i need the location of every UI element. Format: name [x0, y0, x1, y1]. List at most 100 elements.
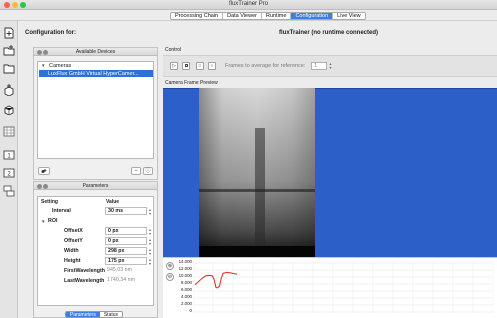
model-icon[interactable] — [3, 103, 15, 115]
zoom-in-button[interactable]: ⊕ — [166, 262, 174, 270]
record-dark-reference-button[interactable]: ≡ — [208, 62, 216, 70]
sample-two-icon[interactable]: 2 — [3, 167, 15, 179]
value-column-header: Value — [106, 199, 120, 205]
offsety-field[interactable]: 0 px — [105, 237, 147, 245]
table-row: OffsetX 0 px ▴ ▾ — [38, 227, 153, 236]
zoom-in-icon: ⊕ — [167, 263, 173, 269]
minus-icon: − — [134, 168, 138, 174]
param-name: Width — [64, 248, 79, 254]
y-axis: 14.000 12.000 10.000 8.000 6.000 4.000 2.000 0 — [175, 259, 192, 316]
setting-column-header: Setting — [41, 199, 58, 205]
zoom-out-button[interactable]: ⊖ — [166, 273, 174, 281]
y-tick-label: 0 — [189, 308, 192, 313]
param-name: Interval — [52, 208, 71, 214]
series-line-0 — [194, 271, 238, 289]
new-model-icon[interactable] — [3, 84, 15, 96]
camera-preview-label: Camera Frame Preview — [165, 80, 218, 86]
open-folder-icon[interactable] — [3, 62, 15, 74]
app-window: fluxTrainer Pro Processing Chain Data Vi… — [0, 0, 497, 318]
width-field[interactable]: 298 px — [105, 247, 147, 255]
table-row: Interval 30 ms ▴ ▾ — [38, 207, 153, 216]
panel-close-icon[interactable] — [37, 49, 42, 55]
tree-group-cameras[interactable]: ▼ Cameras — [41, 63, 71, 69]
info-icon: ⓘ — [145, 168, 151, 174]
offsetx-field[interactable]: 0 px — [105, 227, 147, 235]
y-tick-label: 4.000 — [181, 294, 192, 299]
add-device-button[interactable] — [38, 167, 50, 175]
interval-stepper[interactable]: ▴ ▾ — [148, 208, 152, 216]
param-group-name: ROI — [48, 218, 58, 224]
y-tick-label: 12.000 — [178, 266, 192, 271]
control-section-label: Control — [165, 47, 182, 53]
configuration-for-label: Configuration for: — [25, 30, 76, 36]
param-name: OffsetY — [64, 238, 83, 244]
add-device-icon — [41, 169, 47, 173]
offsetx-stepper[interactable]: ▴ ▾ — [148, 228, 152, 236]
y-tick-label: 6.000 — [181, 287, 192, 292]
param-name: LastWavelength — [64, 278, 105, 284]
param-name: FirstWavelength — [64, 268, 106, 274]
dark-reference-icon: ≡ — [210, 63, 214, 69]
disclosure-arrow-icon[interactable]: ▼ — [41, 219, 45, 224]
offsety-stepper[interactable]: ▴ ▾ — [148, 238, 152, 246]
tab-live-view[interactable]: Live View — [333, 13, 365, 19]
table-row: LastWavelength 1740,34 nm — [38, 277, 153, 286]
device-settings-icon[interactable] — [3, 185, 15, 197]
panel-float-icon[interactable] — [43, 183, 48, 189]
devices-panel-title: Available Devices — [75, 49, 116, 55]
y-tick-label: 14.000 — [178, 259, 192, 264]
tab-data-viewer[interactable]: Data Viewer — [223, 13, 262, 19]
device-tree: ▼ Cameras LuxFlux GmbH Virtual HyperCame… — [37, 61, 154, 159]
disclosure-arrow-icon[interactable]: ▼ — [41, 63, 45, 68]
panel-switcher: Parameters Status — [65, 311, 124, 318]
segment-parameters[interactable]: Parameters — [66, 312, 100, 317]
table-row: FirstWavelength 945,03 nm — [38, 267, 153, 276]
y-tick-label: 10.000 — [178, 273, 192, 278]
table-row: Width 298 px ▴ ▾ — [38, 247, 153, 256]
white-reference-icon: ≡ — [198, 63, 202, 69]
frames-average-field[interactable]: 1 — [311, 62, 327, 70]
panel-float-icon[interactable] — [43, 49, 48, 55]
tab-processing-chain[interactable]: Processing Chain — [171, 13, 224, 19]
record-white-reference-button[interactable]: ≡ — [196, 62, 204, 70]
table-row: ▼ ROI — [38, 217, 153, 226]
width-stepper[interactable]: ▴ ▾ — [148, 248, 152, 256]
interval-field[interactable]: 30 ms — [105, 207, 147, 215]
main-tabs: Processing Chain Data Viewer Runtime Con… — [170, 12, 366, 20]
spectrum-plot — [193, 262, 493, 313]
new-document-icon[interactable] — [3, 27, 15, 39]
stop-button[interactable] — [182, 62, 190, 70]
remove-device-button[interactable]: − — [131, 167, 141, 175]
y-tick-label: 2.000 — [181, 301, 192, 306]
devices-panel-header: Available Devices — [34, 48, 157, 56]
frames-average-label: Frames to average for reference: — [225, 63, 306, 69]
tab-configuration[interactable]: Configuration — [291, 13, 334, 19]
play-icon: ▷ — [172, 63, 176, 69]
last-wavelength-value: 1740,34 nm — [105, 277, 147, 285]
height-field[interactable]: 175 px — [105, 257, 147, 265]
y-tick-label: 8.000 — [181, 280, 192, 285]
camera-frame-image — [199, 88, 315, 257]
zoom-out-icon: ⊖ — [167, 274, 173, 280]
tree-group-label: Cameras — [49, 63, 72, 69]
sample-one-icon[interactable]: 1 — [3, 149, 15, 161]
device-name: LuxFlux GmbH Virtual HyperCamer... — [48, 71, 139, 77]
stop-icon — [184, 64, 188, 67]
frames-average-stepper[interactable]: ▴ ▾ — [328, 62, 333, 70]
param-name: Height — [64, 258, 81, 264]
window-title: fluxTrainer Pro — [228, 1, 269, 7]
height-stepper[interactable]: ▴ ▾ — [148, 258, 152, 266]
connection-status: fluxTrainer (no runtime connected) — [278, 30, 378, 36]
play-button[interactable]: ▷ — [170, 62, 178, 70]
table-row: OffsetY 0 px ▴ ▾ — [38, 237, 153, 246]
parameters-table: Setting Value Interval 30 ms ▴ ▾ ▼ ROI Of… — [37, 196, 154, 306]
segment-status[interactable]: Status — [99, 312, 123, 317]
parameters-panel-title: Parameters — [82, 183, 109, 189]
panel-close-icon[interactable] — [37, 183, 42, 189]
tab-runtime[interactable]: Runtime — [261, 13, 292, 19]
new-folder-icon[interactable] — [3, 44, 15, 56]
device-info-button[interactable]: ⓘ — [143, 167, 153, 175]
parameters-panel-header: Parameters — [34, 182, 157, 190]
calendar-grid-icon[interactable] — [3, 125, 15, 137]
param-name: OffsetX — [64, 228, 83, 234]
